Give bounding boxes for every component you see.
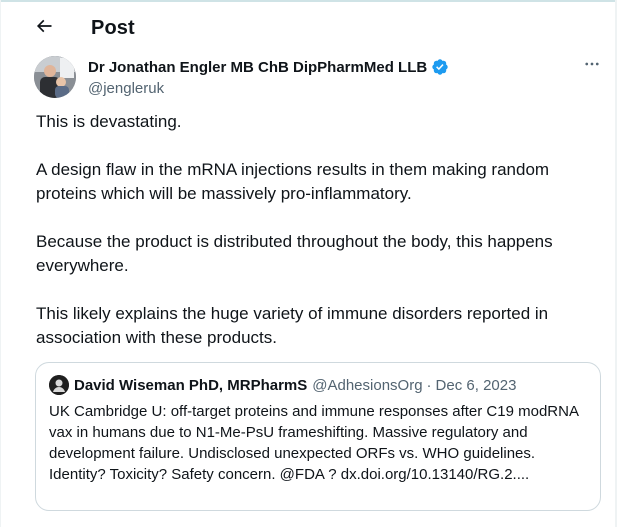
tweet-text: This is devastating. A design flaw in th… xyxy=(36,110,596,350)
author-info: Dr Jonathan Engler MB ChB DipPharmMed LL… xyxy=(88,57,449,97)
tweet-paragraph: This likely explains the huge variety of… xyxy=(36,304,549,347)
author-handle[interactable]: @jengleruk xyxy=(88,80,449,97)
quoted-author-handle[interactable]: @AdhesionsOrg xyxy=(312,377,422,394)
verified-badge-icon[interactable] xyxy=(431,58,449,76)
post-header: Post xyxy=(0,8,617,48)
more-options-button[interactable] xyxy=(580,56,604,76)
page-title: Post xyxy=(91,17,135,39)
quoted-author-avatar[interactable] xyxy=(49,375,69,395)
tweet-paragraph: This is devastating. xyxy=(36,112,182,131)
tweet-paragraph: Because the product is distributed throu… xyxy=(36,232,553,275)
quoted-tweet-header: David Wiseman PhD, MRPharmS @AdhesionsOr… xyxy=(49,375,516,395)
more-horizontal-icon xyxy=(583,55,601,78)
top-border xyxy=(0,0,617,2)
profile-photo-icon xyxy=(49,375,69,395)
author-name[interactable]: Dr Jonathan Engler MB ChB DipPharmMed LL… xyxy=(88,59,427,76)
arrow-left-icon xyxy=(34,16,54,41)
author-name-row: Dr Jonathan Engler MB ChB DipPharmMed LL… xyxy=(88,57,449,77)
quoted-separator: · xyxy=(426,376,432,394)
author-avatar[interactable] xyxy=(34,56,76,98)
left-border xyxy=(0,0,1,527)
quoted-tweet-text: UK Cambridge U: off-target proteins and … xyxy=(49,403,579,483)
quoted-tweet-card[interactable]: David Wiseman PhD, MRPharmS @AdhesionsOr… xyxy=(35,362,601,511)
back-button[interactable] xyxy=(30,16,58,40)
quoted-author-name[interactable]: David Wiseman PhD, MRPharmS xyxy=(74,377,307,394)
profile-photo-icon xyxy=(34,56,76,98)
tweet-paragraph: A design flaw in the mRNA injections res… xyxy=(36,160,550,203)
quoted-date[interactable]: Dec 6, 2023 xyxy=(436,377,517,394)
